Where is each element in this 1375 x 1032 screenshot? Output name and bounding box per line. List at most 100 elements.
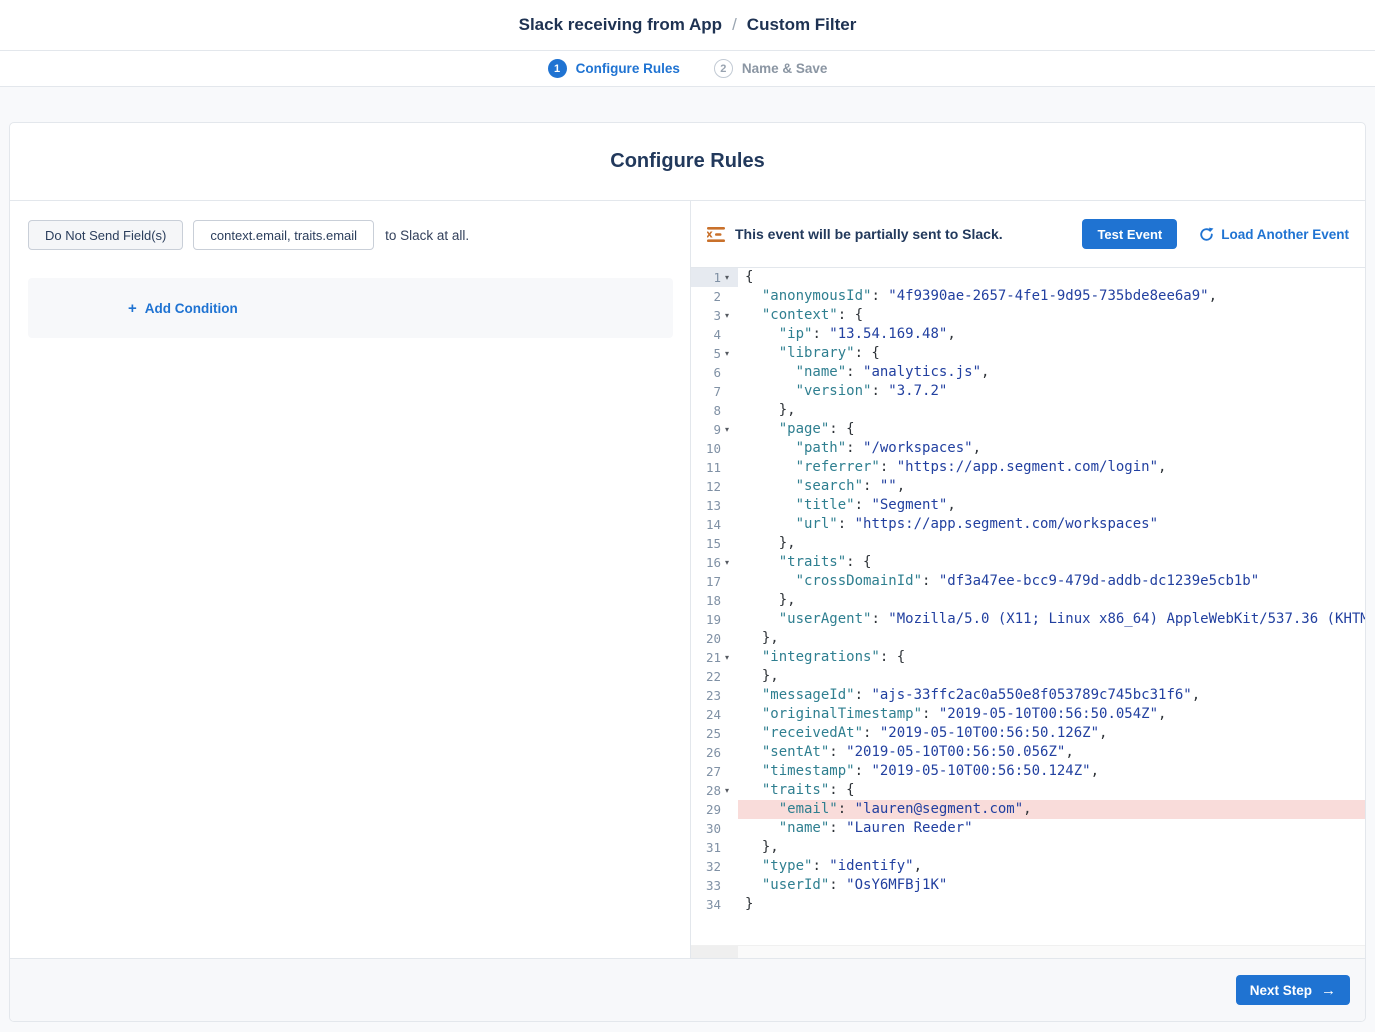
line-number-gutter: 28▾ (691, 781, 738, 800)
line-number: 12 (691, 477, 725, 496)
line-number: 20 (691, 629, 725, 648)
code-line-content: "url": "https://app.segment.com/workspac… (738, 515, 1365, 534)
code-line: 23 "messageId": "ajs-33ffc2ac0a550e8f053… (691, 686, 1365, 705)
rule-fields-selector[interactable]: context.email, traits.email (193, 220, 374, 250)
line-number: 19 (691, 610, 725, 629)
line-number-gutter: 30 (691, 819, 738, 838)
line-number-gutter: 5▾ (691, 344, 738, 363)
fold-arrow-icon[interactable]: ▾ (725, 648, 738, 667)
line-number-gutter: 18 (691, 591, 738, 610)
fold-arrow-icon[interactable]: ▾ (725, 306, 738, 325)
step-name-and-save[interactable]: 2 Name & Save (714, 59, 828, 78)
event-preview-panel: x This event will be partially sent to S… (691, 201, 1365, 958)
line-number-gutter: 7 (691, 382, 738, 401)
card-title-row: Configure Rules (10, 123, 1365, 201)
load-another-event-label: Load Another Event (1221, 227, 1349, 242)
add-condition-button[interactable]: + Add Condition (128, 301, 238, 316)
line-number-gutter: 3▾ (691, 306, 738, 325)
line-number-gutter: 2 (691, 287, 738, 306)
line-number: 3 (691, 306, 725, 325)
line-number: 7 (691, 382, 725, 401)
line-number: 30 (691, 819, 725, 838)
page-title: Configure Rules (610, 150, 764, 173)
line-number-gutter: 19 (691, 610, 738, 629)
breadcrumb-current-page: Custom Filter (747, 15, 857, 35)
line-number-gutter: 32 (691, 857, 738, 876)
step-1-circle: 1 (548, 59, 567, 78)
step-configure-rules[interactable]: 1 Configure Rules (548, 59, 680, 78)
code-line: 20 }, (691, 629, 1365, 648)
line-number: 15 (691, 534, 725, 553)
code-line-content: "timestamp": "2019-05-10T00:56:50.124Z", (738, 762, 1365, 781)
code-line-content: } (738, 895, 1365, 914)
code-line: 11 "referrer": "https://app.segment.com/… (691, 458, 1365, 477)
code-line: 25 "receivedAt": "2019-05-10T00:56:50.12… (691, 724, 1365, 743)
line-number-gutter: 14 (691, 515, 738, 534)
line-number: 34 (691, 895, 725, 914)
arrow-right-icon: → (1321, 983, 1336, 998)
code-line: 3▾ "context": { (691, 306, 1365, 325)
line-number: 29 (691, 800, 725, 819)
line-number-gutter: 22 (691, 667, 738, 686)
code-line-content: { (738, 268, 1365, 287)
breadcrumb-destination[interactable]: Slack receiving from App (519, 15, 722, 35)
line-number-gutter: 16▾ (691, 553, 738, 572)
line-number-gutter: 34 (691, 895, 738, 914)
line-number-gutter: 10 (691, 439, 738, 458)
code-line-content: "userId": "OsY6MFBj1K" (738, 876, 1365, 895)
json-editor-lines: 1▾{2 "anonymousId": "4f9390ae-2657-4fe1-… (691, 268, 1365, 945)
test-event-button[interactable]: Test Event (1082, 219, 1177, 249)
code-line: 12 "search": "", (691, 477, 1365, 496)
json-event-editor[interactable]: 1▾{2 "anonymousId": "4f9390ae-2657-4fe1-… (691, 268, 1365, 958)
editor-horizontal-scrollbar[interactable] (691, 945, 1365, 958)
fold-arrow-icon[interactable]: ▾ (725, 781, 738, 800)
line-number: 23 (691, 686, 725, 705)
code-line-content: "traits": { (738, 781, 1365, 800)
code-line-content: "messageId": "ajs-33ffc2ac0a550e8f053789… (738, 686, 1365, 705)
line-number-gutter: 27 (691, 762, 738, 781)
fold-arrow-icon[interactable]: ▾ (725, 344, 738, 363)
code-line-content: "originalTimestamp": "2019-05-10T00:56:5… (738, 705, 1365, 724)
rule-suffix-text: to Slack at all. (385, 228, 469, 243)
code-line-content: "page": { (738, 420, 1365, 439)
next-step-button[interactable]: Next Step → (1236, 975, 1350, 1005)
code-line: 22 }, (691, 667, 1365, 686)
fold-arrow-icon[interactable]: ▾ (725, 420, 738, 439)
line-number: 10 (691, 439, 725, 458)
code-line: 10 "path": "/workspaces", (691, 439, 1365, 458)
line-number: 17 (691, 572, 725, 591)
code-line: 7 "version": "3.7.2" (691, 382, 1365, 401)
code-line: 31 }, (691, 838, 1365, 857)
code-line-content: "context": { (738, 306, 1365, 325)
fold-arrow-icon[interactable]: ▾ (725, 268, 738, 287)
line-number-gutter: 31 (691, 838, 738, 857)
code-line: 21▾ "integrations": { (691, 648, 1365, 667)
line-number-gutter: 1▾ (691, 268, 738, 287)
svg-text:x: x (707, 228, 713, 240)
line-number-gutter: 21▾ (691, 648, 738, 667)
line-number: 5 (691, 344, 725, 363)
code-line-content: }, (738, 629, 1365, 648)
rule-action-selector[interactable]: Do Not Send Field(s) (28, 220, 183, 250)
add-condition-label: Add Condition (145, 301, 238, 316)
line-number-gutter: 24 (691, 705, 738, 724)
load-another-event-button[interactable]: Load Another Event (1199, 227, 1349, 242)
step-2-label: Name & Save (742, 61, 828, 76)
line-number-gutter: 20 (691, 629, 738, 648)
line-number: 14 (691, 515, 725, 534)
fold-arrow-icon[interactable]: ▾ (725, 553, 738, 572)
code-line-content: "userAgent": "Mozilla/5.0 (X11; Linux x8… (738, 610, 1365, 629)
line-number-gutter: 23 (691, 686, 738, 705)
line-number: 25 (691, 724, 725, 743)
line-number-gutter: 12 (691, 477, 738, 496)
line-number-gutter: 11 (691, 458, 738, 477)
code-line: 18 }, (691, 591, 1365, 610)
code-line: 29 "email": "lauren@segment.com", (691, 800, 1365, 819)
code-line-content: }, (738, 401, 1365, 420)
code-line-content: }, (738, 667, 1365, 686)
code-line: 1▾{ (691, 268, 1365, 287)
line-number: 2 (691, 287, 725, 306)
code-line-content: "name": "Lauren Reeder" (738, 819, 1365, 838)
code-line: 8 }, (691, 401, 1365, 420)
code-line: 34} (691, 895, 1365, 914)
